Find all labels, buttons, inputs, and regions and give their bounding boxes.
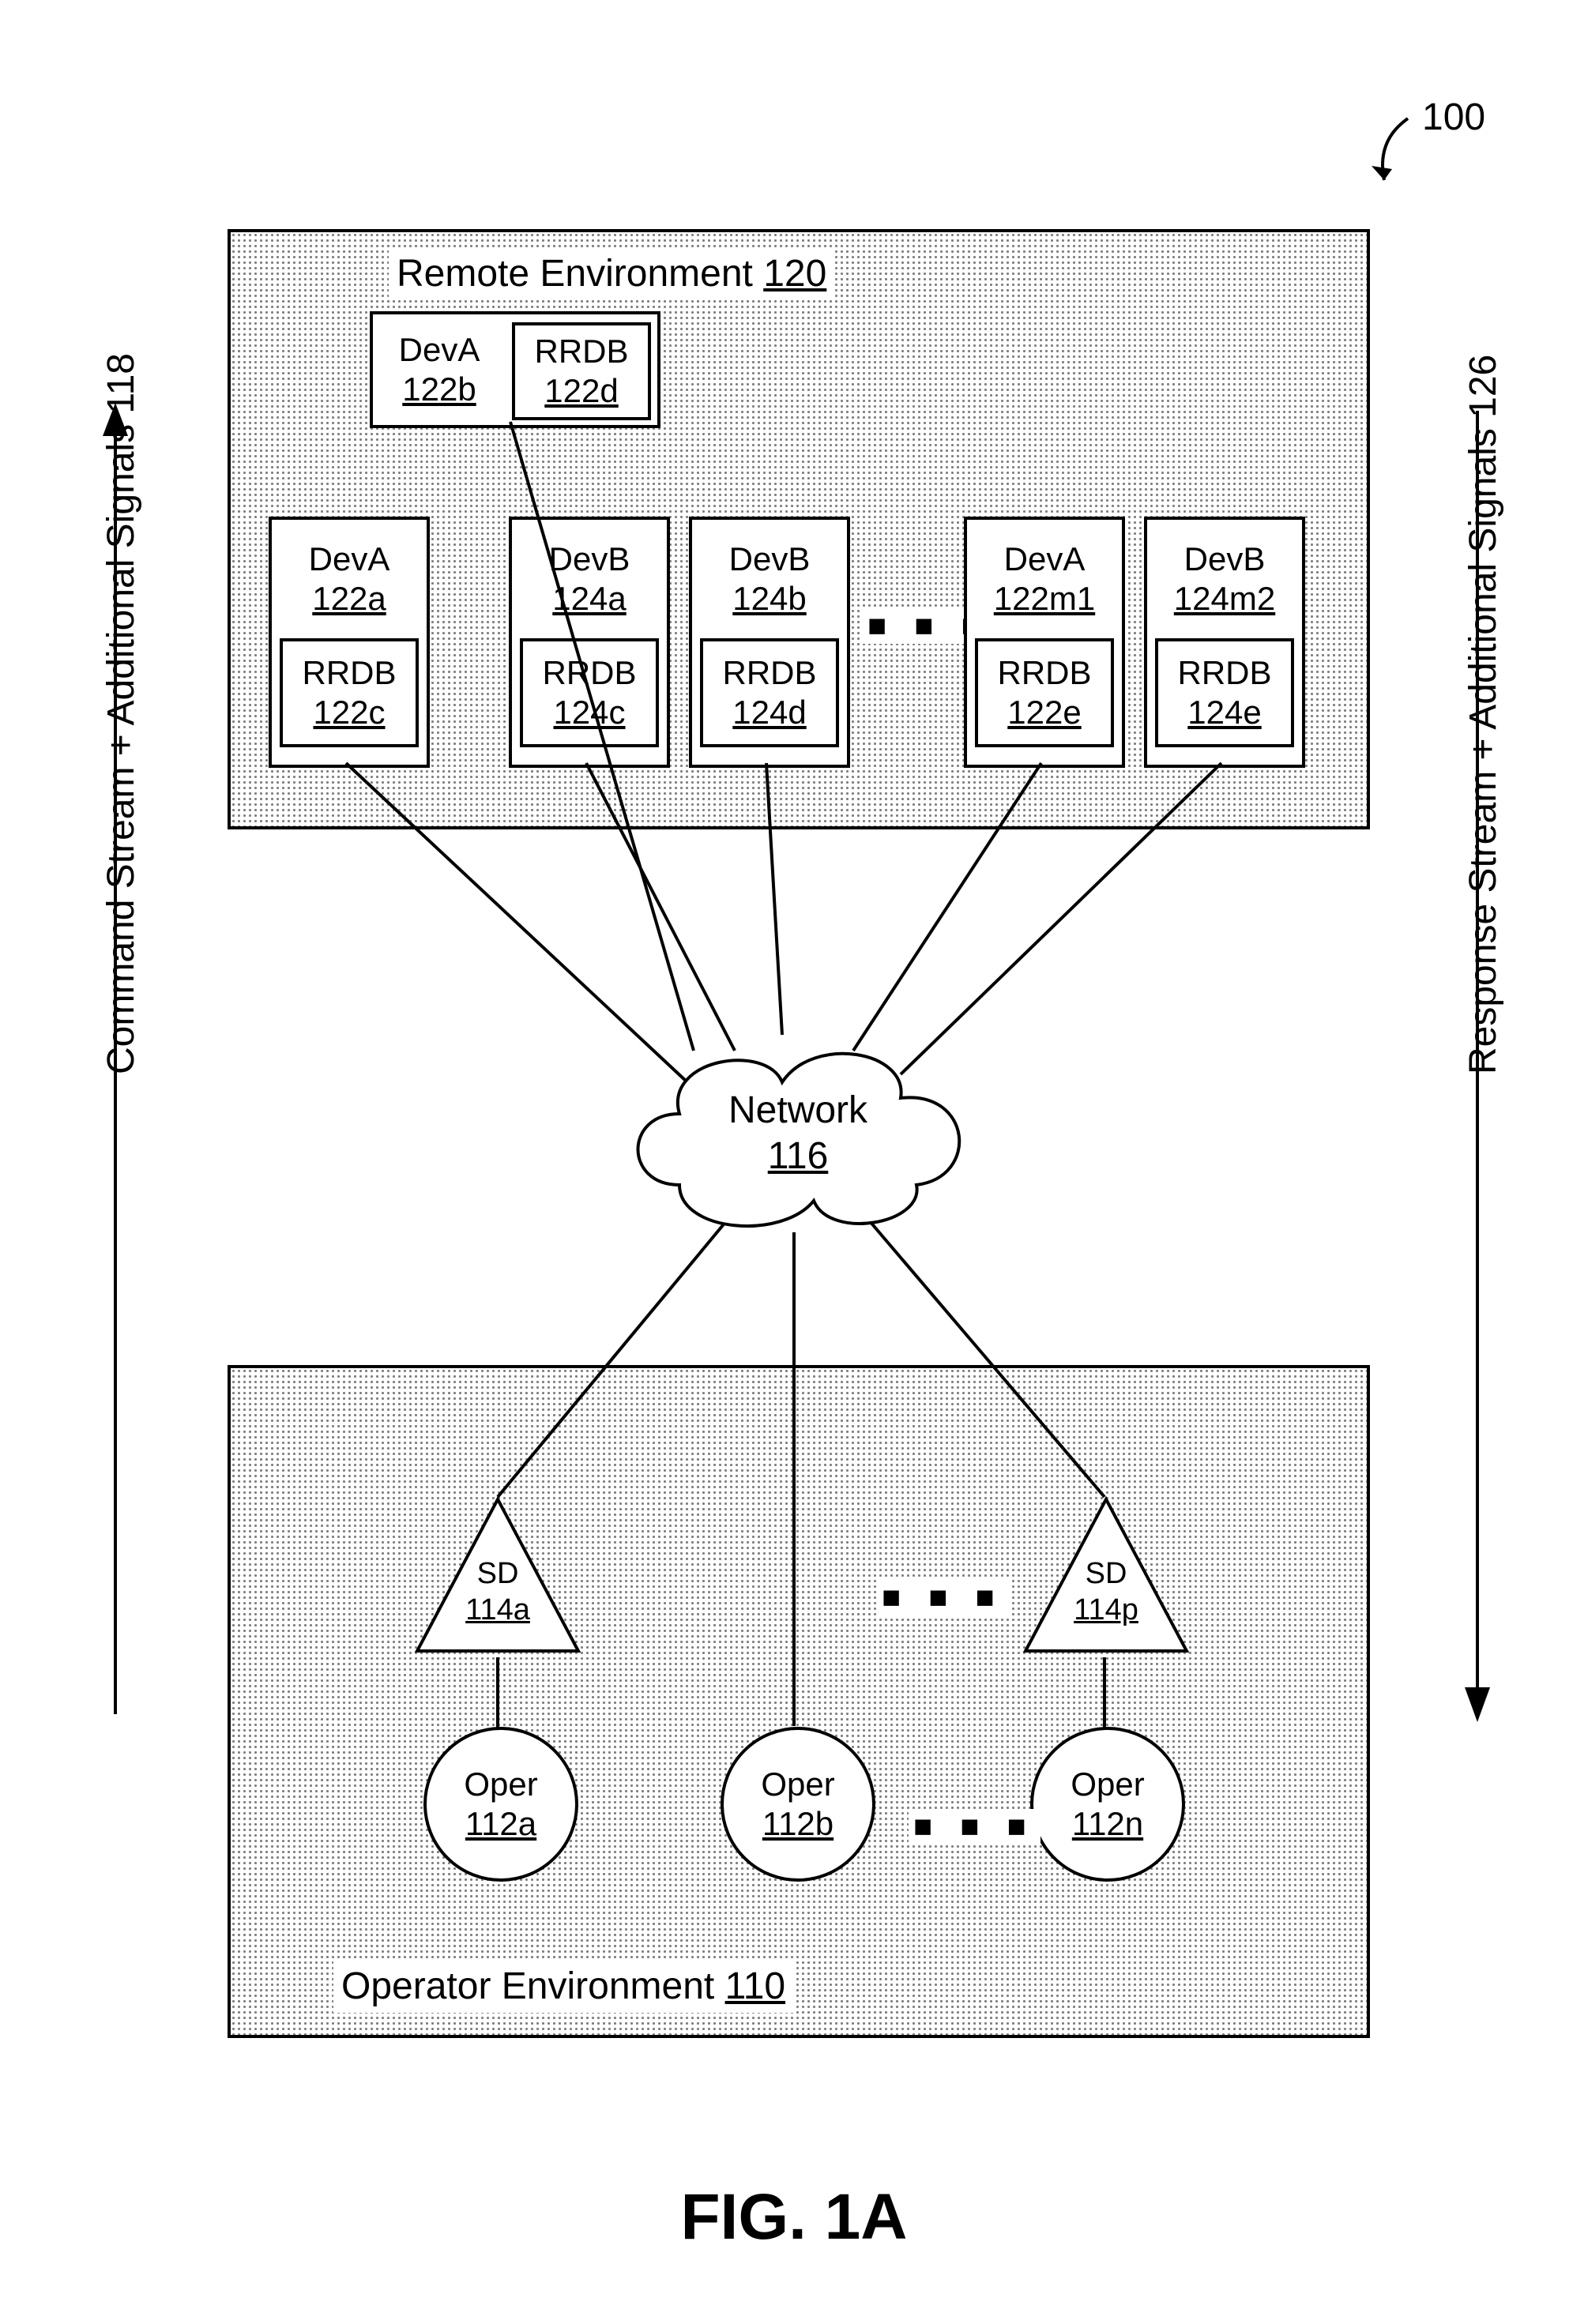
dev5-name: DevB [1184, 540, 1266, 579]
oper2-ref: 112b [762, 1804, 834, 1844]
ellipsis-oper: ■ ■ ■ [909, 1809, 1040, 1845]
rrdb1-name: RRDB [302, 653, 396, 693]
figure-title: FIG. 1A [0, 2180, 1588, 2254]
dev-top-ref: 122b [402, 370, 476, 409]
sd2-name: SD [1086, 1556, 1127, 1593]
op-env-title-ref: 110 [725, 1965, 786, 2007]
operator-env-title: Operator Environment 110 [333, 1961, 793, 2013]
remote-environment: Remote Environment 120 DevA 122b RRDB 12… [228, 229, 1370, 829]
sd-triangle-1: SD 114a [411, 1493, 585, 1663]
sd-triangle-2: SD 114p [1019, 1493, 1193, 1663]
rrdb1-ref: 122c [313, 693, 385, 732]
rrdb2-ref: 124c [553, 693, 625, 732]
sd1-ref: 114a [465, 1593, 530, 1629]
network-label-area: Network 116 [608, 1027, 988, 1240]
rrdb4-ref: 122e [1007, 693, 1081, 732]
oper-circle-2: Oper 112b [721, 1727, 875, 1882]
ellipsis-sd: ■ ■ ■ [877, 1580, 1009, 1615]
oper-circle-3: Oper 112n [1030, 1727, 1185, 1882]
right-arrow-label: Response Stream + Additional Signals 126 [1462, 355, 1505, 1074]
rrdb-3: RRDB 124d [700, 638, 839, 747]
rrdb-5: RRDB 124e [1155, 638, 1294, 747]
left-arrow-label: Command Stream + Additional Signals 118 [100, 353, 143, 1074]
oper2-name: Oper [761, 1765, 834, 1804]
sd1-name: SD [477, 1556, 519, 1593]
dev-box-1: DevA 122a RRDB 122c [269, 517, 430, 768]
sd2-ref: 114p [1074, 1593, 1138, 1629]
dev-box-top: DevA 122b RRDB 122d [370, 311, 660, 428]
rrdb-top: RRDB 122d [512, 322, 651, 420]
diagram-page: 100 Remote Environment 120 DevA 122b RRD… [0, 0, 1588, 2324]
remote-env-title: Remote Environment 120 [389, 248, 834, 300]
dev-top-name: DevA [399, 330, 480, 370]
dev2-ref: 124a [552, 579, 626, 619]
rrdb-2: RRDB 124c [520, 638, 659, 747]
rrdb2-name: RRDB [542, 653, 636, 693]
rrdb-1: RRDB 122c [280, 638, 419, 747]
oper1-name: Oper [464, 1765, 537, 1804]
rrdb-4: RRDB 122e [975, 638, 1114, 747]
rrdb5-ref: 124e [1187, 693, 1261, 732]
rrdb3-name: RRDB [722, 653, 816, 693]
dev-box-4: DevA 122m1 RRDB 122e [964, 517, 1125, 768]
figure-ref-label: 100 [1422, 95, 1485, 141]
dev-box-5: DevB 124m2 RRDB 124e [1144, 517, 1305, 768]
oper3-ref: 112n [1072, 1804, 1143, 1844]
oper1-ref: 112a [465, 1804, 536, 1844]
rrdb4-name: RRDB [997, 653, 1091, 693]
oper-circle-1: Oper 112a [423, 1727, 578, 1882]
oper3-name: Oper [1071, 1765, 1144, 1804]
dev1-ref: 122a [312, 579, 386, 619]
network-cloud: Network 116 [608, 1027, 988, 1240]
network-ref: 116 [768, 1134, 829, 1179]
operator-environment: Operator Environment 110 [228, 1365, 1370, 2038]
rrdb5-name: RRDB [1177, 653, 1271, 693]
network-name: Network [728, 1088, 867, 1134]
remote-env-title-prefix: Remote Environment [397, 253, 763, 295]
dev-top-label-area: DevA 122b [373, 314, 506, 425]
remote-env-title-ref: 120 [763, 253, 826, 295]
rrdb-top-name: RRDB [534, 332, 628, 371]
dev-box-3: DevB 124b RRDB 124d [689, 517, 850, 768]
dev3-name: DevB [729, 540, 811, 579]
rrdb-top-ref: 122d [544, 371, 618, 411]
op-env-title-prefix: Operator Environment [341, 1965, 725, 2007]
dev5-ref: 124m2 [1174, 579, 1275, 619]
dev1-name: DevA [309, 540, 390, 579]
dev2-name: DevB [549, 540, 630, 579]
dev4-name: DevA [1004, 540, 1086, 579]
dev-box-2: DevB 124a RRDB 124c [509, 517, 670, 768]
rrdb3-ref: 124d [732, 693, 806, 732]
dev4-ref: 122m1 [994, 579, 1095, 619]
dev3-ref: 124b [732, 579, 806, 619]
